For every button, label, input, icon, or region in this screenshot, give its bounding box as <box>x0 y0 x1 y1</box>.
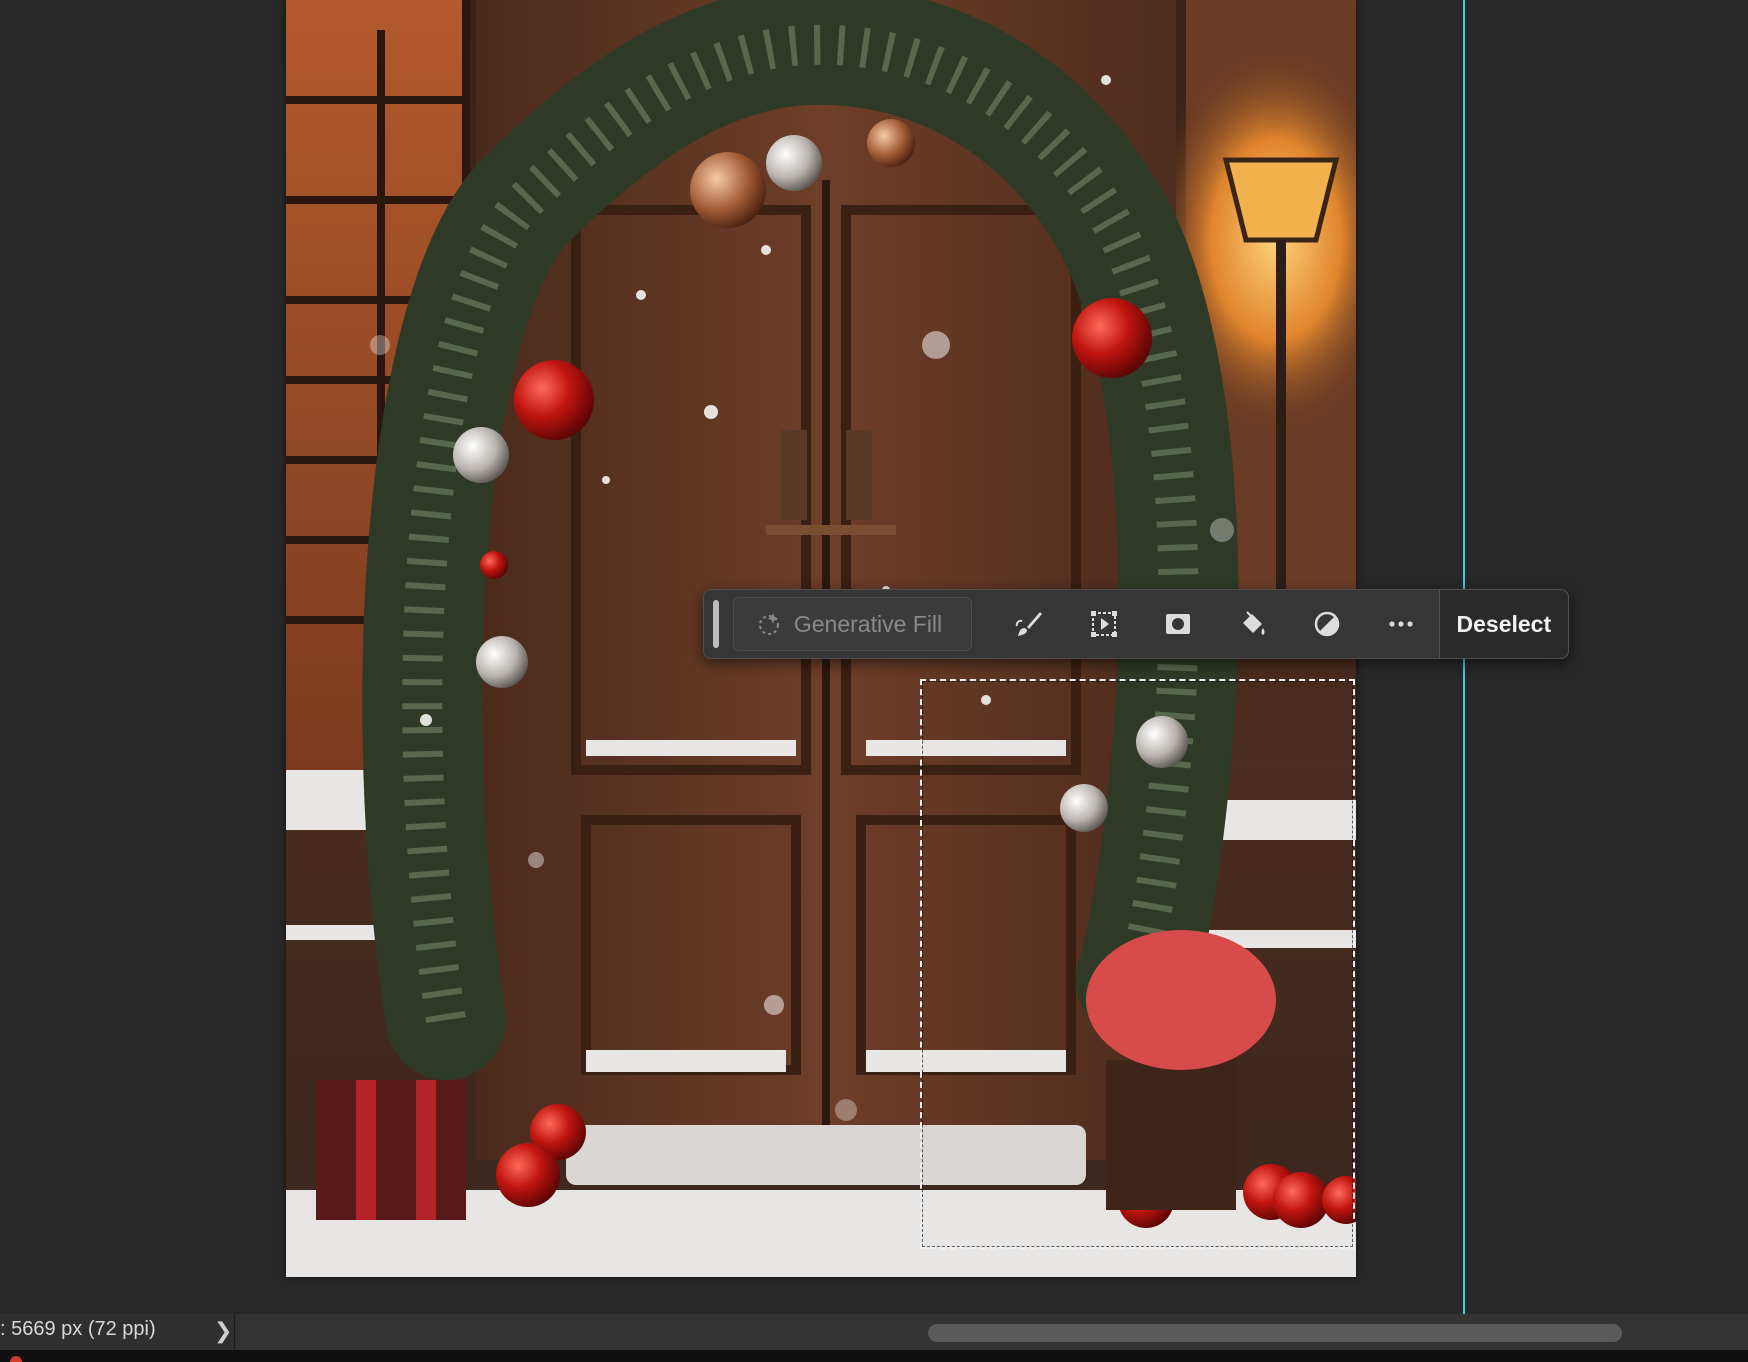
create-mask-icon <box>1166 614 1191 634</box>
document-size-info: : 5669 px (72 ppi) <box>0 1318 156 1340</box>
modify-selection-brush-button[interactable] <box>992 589 1066 659</box>
fill-selection-button[interactable] <box>1215 589 1289 659</box>
task-bar-drag-handle[interactable] <box>713 600 719 648</box>
generative-fill-label: Generative Fill <box>793 610 943 637</box>
create-mask-button[interactable] <box>1141 589 1215 659</box>
status-expand-arrow-icon[interactable]: ❯ <box>214 1318 232 1344</box>
more-options-icon <box>1389 621 1414 627</box>
horizontal-scrollbar[interactable] <box>236 1314 1748 1350</box>
adjustment-layer-button[interactable] <box>1290 589 1364 659</box>
generative-fill-icon <box>758 613 779 635</box>
horizontal-scroll-thumb[interactable] <box>928 1324 1622 1342</box>
more-options-button[interactable] <box>1364 589 1438 659</box>
deselect-button[interactable]: Deselect <box>1438 590 1568 658</box>
adjustment-layer-icon <box>1314 611 1340 637</box>
canvas-workspace[interactable]: Generative Fill Deselect <box>0 0 1748 1314</box>
contextual-task-bar: Generative Fill Deselect <box>703 589 1569 659</box>
red-indicator-icon <box>10 1356 22 1362</box>
fill-selection-icon <box>1242 611 1265 635</box>
transform-selection-button[interactable] <box>1066 589 1140 659</box>
status-bar: : 5669 px (72 ppi) ❯ <box>0 1314 1748 1350</box>
bottom-edge <box>0 1350 1748 1362</box>
status-divider <box>234 1314 235 1350</box>
transform-selection-icon <box>1090 611 1117 637</box>
modify-selection-brush-icon <box>1016 612 1043 636</box>
generative-fill-button[interactable]: Generative Fill <box>732 597 972 651</box>
